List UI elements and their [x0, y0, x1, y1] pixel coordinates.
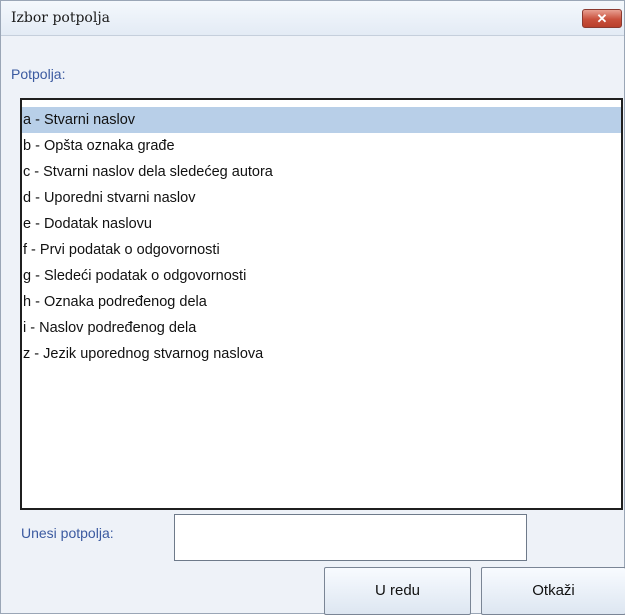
- subfields-label: Potpolja:: [11, 66, 66, 82]
- close-icon: ✕: [596, 11, 608, 26]
- list-item[interactable]: c - Stvarni naslov dela sledećeg autora: [22, 159, 621, 185]
- list-item[interactable]: f - Prvi podatak o odgovornosti: [22, 237, 621, 263]
- list-item[interactable]: b - Opšta oznaka građe: [22, 133, 621, 159]
- list-item[interactable]: a - Stvarni naslov: [22, 107, 621, 133]
- list-item[interactable]: g - Sledeći podatak o odgovornosti: [22, 263, 621, 289]
- title-bar[interactable]: Izbor potpolja ✕: [1, 1, 624, 36]
- list-item[interactable]: z - Jezik uporednog stvarnog naslova: [22, 341, 621, 367]
- list-item[interactable]: d - Uporedni stvarni naslov: [22, 185, 621, 211]
- list-item[interactable]: h - Oznaka podređenog dela: [22, 289, 621, 315]
- enter-subfields-label: Unesi potpolja:: [21, 525, 114, 541]
- enter-subfields-input[interactable]: [174, 514, 527, 561]
- cancel-button[interactable]: Otkaži: [481, 567, 625, 615]
- subfields-list[interactable]: a - Stvarni naslov b - Opšta oznaka građe…: [20, 98, 623, 510]
- dialog-window: Izbor potpolja ✕ Potpolja: a - Stvarni n…: [0, 0, 625, 615]
- close-button[interactable]: ✕: [582, 9, 622, 28]
- list-item[interactable]: e - Dodatak naslovu: [22, 211, 621, 237]
- window-title: Izbor potpolja: [11, 10, 111, 26]
- list-item[interactable]: i - Naslov podređenog dela: [22, 315, 621, 341]
- ok-button[interactable]: U redu: [324, 567, 471, 615]
